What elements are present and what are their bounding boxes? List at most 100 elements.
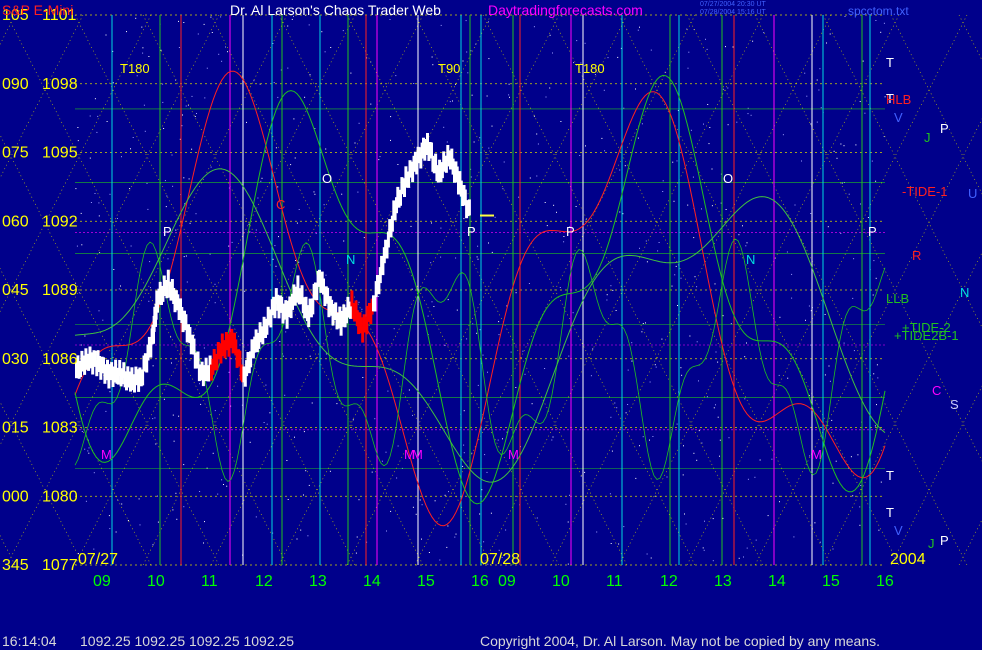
x-tick-hour: 10 [552, 573, 570, 590]
star-dot [395, 75, 397, 77]
star-dot [263, 422, 265, 423]
star-dot [296, 538, 298, 540]
star-dot [126, 31, 127, 33]
star-dot [255, 229, 257, 231]
star-dot [249, 231, 251, 233]
star-dot [832, 482, 834, 484]
star-dot [552, 52, 553, 54]
x-tick-hour: 09 [93, 573, 111, 590]
star-dot [303, 431, 305, 433]
star-dot [109, 391, 111, 393]
star-dot [455, 533, 457, 535]
star-dot [610, 416, 612, 418]
star-dot [98, 202, 100, 204]
star-dot [431, 301, 433, 303]
star-dot [282, 355, 284, 357]
star-dot [556, 211, 557, 213]
star-dot [479, 513, 481, 515]
star-dot [309, 74, 311, 76]
star-dot [531, 403, 533, 405]
star-dot [199, 491, 201, 492]
star-dot [294, 436, 295, 438]
star-dot [657, 250, 659, 252]
star-dot [120, 285, 121, 287]
star-dot [265, 150, 266, 152]
star-dot [746, 342, 747, 344]
field-label: M [101, 447, 112, 462]
star-dot [466, 338, 468, 340]
y-tick-degree: 000 [2, 488, 29, 505]
star-dot [412, 414, 413, 416]
star-dot [580, 475, 582, 477]
star-dot [727, 87, 729, 89]
star-dot [674, 274, 676, 276]
star-dot [142, 47, 144, 49]
star-dot [683, 445, 684, 447]
field-label: O [322, 171, 332, 186]
star-dot [378, 159, 380, 161]
star-dot [228, 245, 230, 247]
star-dot [88, 452, 90, 454]
star-dot [227, 51, 228, 53]
star-dot [755, 539, 757, 541]
star-dot [874, 425, 876, 427]
star-dot [355, 552, 357, 554]
site-link[interactable]: Daytradingforecasts.com [488, 2, 643, 18]
star-dot [209, 253, 211, 255]
star-dot [873, 260, 875, 262]
star-dot [746, 242, 748, 244]
star-dot [146, 182, 148, 184]
star-dot [162, 101, 164, 103]
star-dot [200, 403, 202, 405]
star-dot [189, 359, 191, 361]
star-dot [443, 126, 445, 128]
star-dot [567, 521, 569, 523]
star-dot [610, 285, 612, 287]
star-dot [152, 418, 154, 420]
star-dot [336, 403, 338, 405]
star-dot [141, 26, 143, 28]
star-dot [325, 148, 327, 150]
star-dot [358, 122, 360, 124]
star-dot [290, 164, 292, 166]
star-dot [211, 32, 213, 33]
star-dot [690, 129, 692, 131]
field-label: P [868, 224, 877, 239]
field-label: J [928, 536, 935, 551]
star-dot [203, 542, 204, 544]
star-dot [641, 331, 643, 333]
star-dot [466, 51, 468, 53]
star-dot [627, 404, 629, 405]
price-bar [141, 369, 145, 386]
star-dot [379, 156, 381, 158]
star-dot [693, 237, 695, 239]
star-dot [300, 529, 302, 531]
star-dot [87, 450, 89, 452]
star-dot [533, 26, 535, 28]
field-label: O [723, 171, 733, 186]
star-dot [476, 256, 478, 258]
star-dot [857, 454, 859, 456]
star-dot [603, 89, 605, 91]
star-dot [835, 460, 837, 462]
field-label: S [950, 397, 959, 412]
star-dot [631, 360, 633, 362]
star-dot [419, 499, 421, 501]
star-dot [544, 368, 546, 369]
star-dot [810, 213, 812, 214]
star-dot [284, 394, 286, 396]
star-dot [194, 116, 196, 117]
star-dot [855, 144, 857, 146]
star-dot [440, 24, 442, 26]
y-tick-degree: 090 [2, 76, 29, 93]
star-dot [175, 229, 177, 231]
star-dot [727, 124, 729, 126]
field-label: +TIDE2B-1 [894, 328, 959, 343]
x-tick-hour: 15 [822, 573, 840, 590]
star-dot [615, 310, 617, 311]
star-dot [183, 256, 185, 258]
star-dot [819, 68, 821, 70]
star-dot [722, 88, 724, 90]
price-bar [273, 302, 277, 319]
star-dot [708, 143, 710, 145]
